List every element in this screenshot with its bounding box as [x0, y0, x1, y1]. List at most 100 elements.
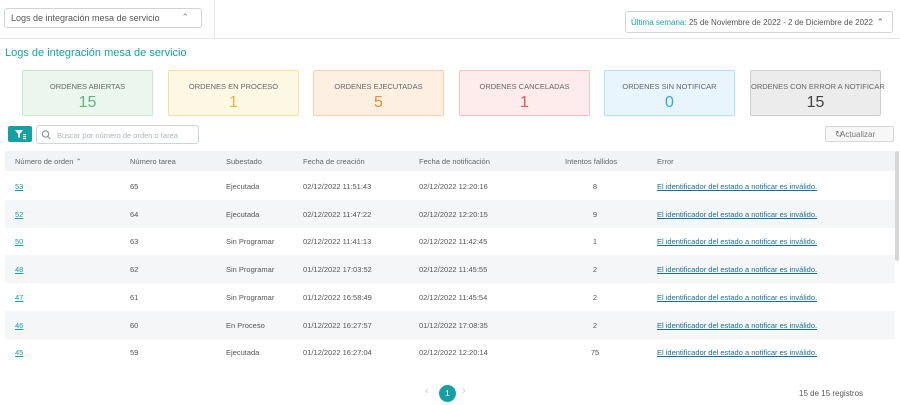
cell-notificacion: 02/12/2022 11:45:55 [419, 265, 488, 275]
summary-card-value: 15 [78, 94, 97, 111]
cell-error[interactable]: El identificador del estado a notificar … [657, 293, 817, 302]
cell-creacion: 02/12/2022 11:41:13 [303, 237, 372, 247]
module-select-value: Logs de integración mesa de servicio [11, 13, 160, 23]
table-row: 52 64 Ejecutada 02/12/2022 11:47:22 02/12/20… [5, 199, 895, 228]
table-header: Número de orden ⌃ Número tarea Subestado… [5, 151, 895, 171]
week-label: Última semana: [631, 18, 687, 27]
cell-orden[interactable]: 52 [15, 210, 23, 219]
summary-card-value: 15 [806, 94, 825, 111]
summary-card-label: ORDENES ABIERTAS [49, 82, 126, 91]
sort-up-icon: ⌃ [75, 157, 82, 166]
summary-card[interactable]: ORDENES CANCELADAS 1 [459, 70, 590, 116]
column-header-label: Número de orden [15, 157, 74, 166]
column-header-intentos: Intentos fallidos [565, 157, 618, 166]
table-row: 45 59 Ejecutada 01/12/2022 16:27:04 02/12/20… [5, 338, 895, 366]
column-header-subestado: Subestado [226, 157, 262, 166]
filter-icon [15, 130, 26, 140]
week-range-select[interactable]: Última semana: 25 de Noviembre de 2022 -… [625, 11, 893, 33]
cell-notificacion: 02/12/2022 12:20:14 [419, 348, 488, 358]
cell-creacion: 01/12/2022 16:27:57 [303, 320, 372, 330]
cell-error[interactable]: El identificador del estado a notificar … [657, 321, 817, 330]
table-row: 46 60 En Proceso 01/12/2022 16:27:57 01/12/2… [5, 310, 895, 339]
cell-notificacion: 02/12/2022 12:20:15 [419, 209, 488, 219]
scrollbar[interactable] [895, 151, 899, 261]
column-header-creacion: Fecha de creación [303, 157, 365, 166]
summary-card[interactable]: ORDENES CON ERROR A NOTIFICAR 15 [750, 70, 885, 116]
table-row: 53 65 Ejecutada 02/12/2022 11:51:43 02/12/20… [5, 172, 895, 200]
search-input[interactable] [57, 128, 195, 142]
cell-tarea: 63 [130, 237, 139, 247]
summary-card-value: 5 [374, 94, 383, 111]
refresh-label: Actualizar [840, 130, 876, 139]
column-header-error: Error [657, 157, 674, 166]
cell-orden[interactable]: 53 [15, 182, 23, 191]
search-box [36, 125, 199, 144]
cell-notificacion: 02/12/2022 11:42:45 [419, 237, 488, 247]
cell-notificacion: 02/12/2022 11:45:54 [419, 292, 488, 302]
table-row: 47 61 Sin Programar 01/12/2022 16:58:49 02/1… [5, 283, 895, 311]
cell-orden[interactable]: 46 [15, 321, 23, 330]
cell-subestado: Sin Programar [226, 265, 275, 275]
cell-orden[interactable]: 50 [15, 237, 23, 246]
page-title: Logs de integración mesa de servicio [5, 47, 187, 59]
column-header-notificacion: Fecha de notificación [419, 157, 490, 166]
table-row: 50 63 Sin Programar 02/12/2022 11:41:13 02/1… [5, 227, 895, 255]
cell-subestado: Sin Programar [226, 292, 275, 302]
cell-creacion: 02/12/2022 11:47:22 [303, 209, 372, 219]
refresh-icon: ↻ [835, 129, 843, 139]
summary-card-label: ORDENES CON ERROR A NOTIFICAR [751, 82, 885, 91]
refresh-button[interactable]: ↻ Actualizar [825, 126, 894, 142]
cell-subestado: Ejecutada [226, 209, 260, 219]
summary-card-label: ORDENES EJECUTADAS [334, 82, 423, 91]
cell-tarea: 62 [130, 265, 139, 275]
next-page-icon[interactable]: › [462, 385, 466, 397]
cell-creacion: 01/12/2022 16:58:49 [303, 292, 372, 302]
summary-card-label: ORDENES CANCELADAS [479, 82, 570, 91]
cell-intentos: 8 [592, 182, 598, 191]
module-select[interactable]: Logs de integración mesa de servicio ⌃ [4, 8, 202, 28]
column-header-tarea: Número tarea [130, 157, 176, 166]
summary-card[interactable]: ORDENES EJECUTADAS 5 [313, 70, 444, 116]
summary-card[interactable]: ORDENES EN PROCESO 1 [168, 70, 299, 116]
divider [214, 0, 215, 39]
cell-intentos: 75 [590, 348, 600, 358]
page-current[interactable]: 1 [439, 385, 456, 402]
cell-subestado: Ejecutada [226, 182, 260, 191]
cell-intentos: 2 [592, 265, 598, 275]
cell-intentos: 2 [592, 320, 598, 330]
cell-error[interactable]: El identificador del estado a notificar … [657, 237, 817, 246]
cell-subestado: En Proceso [226, 320, 265, 330]
chevron-up-icon: ⌃ [876, 17, 884, 27]
cell-orden[interactable]: 47 [15, 293, 23, 302]
chevron-up-icon: ⌃ [181, 12, 189, 22]
cell-notificacion: 02/12/2022 12:20:16 [419, 182, 488, 191]
cell-tarea: 65 [130, 182, 139, 191]
summary-card-value: 1 [520, 94, 529, 111]
cell-orden[interactable]: 48 [15, 265, 23, 274]
cell-creacion: 01/12/2022 17:03:52 [303, 265, 372, 275]
summary-card-value: 0 [665, 94, 674, 111]
filter-button[interactable] [8, 126, 32, 142]
week-range: 25 de Noviembre de 2022 - 2 de Diciembre… [688, 18, 873, 27]
cell-subestado: Ejecutada [226, 348, 260, 358]
cell-intentos: 9 [592, 209, 598, 219]
cell-error[interactable]: El identificador del estado a notificar … [657, 348, 817, 357]
summary-card-label: ORDENES SIN NOTIFICAR [622, 82, 717, 91]
cell-notificacion: 01/12/2022 17:08:35 [419, 320, 488, 330]
records-count: 15 de 15 registros [799, 389, 864, 398]
summary-card[interactable]: ORDENES ABIERTAS 15 [22, 70, 153, 116]
table-row: 48 62 Sin Programar 01/12/2022 17:03:52 02/1… [5, 255, 895, 284]
cell-tarea: 61 [130, 292, 139, 302]
cell-error[interactable]: El identificador del estado a notificar … [657, 210, 817, 219]
cell-orden[interactable]: 45 [15, 348, 23, 357]
top-bar: Logs de integración mesa de servicio ⌃ Ú… [0, 0, 900, 39]
cell-intentos: 2 [592, 292, 598, 302]
summary-card[interactable]: ORDENES SIN NOTIFICAR 0 [604, 70, 735, 116]
cell-error[interactable]: El identificador del estado a notificar … [657, 182, 817, 191]
search-icon [41, 130, 51, 140]
prev-page-icon[interactable]: ‹ [425, 385, 429, 397]
cell-error[interactable]: El identificador del estado a notificar … [657, 265, 817, 274]
column-header-orden[interactable]: Número de orden ⌃ [15, 157, 82, 166]
cell-creacion: 02/12/2022 11:51:43 [303, 182, 372, 191]
cell-subestado: Sin Programar [226, 237, 275, 247]
